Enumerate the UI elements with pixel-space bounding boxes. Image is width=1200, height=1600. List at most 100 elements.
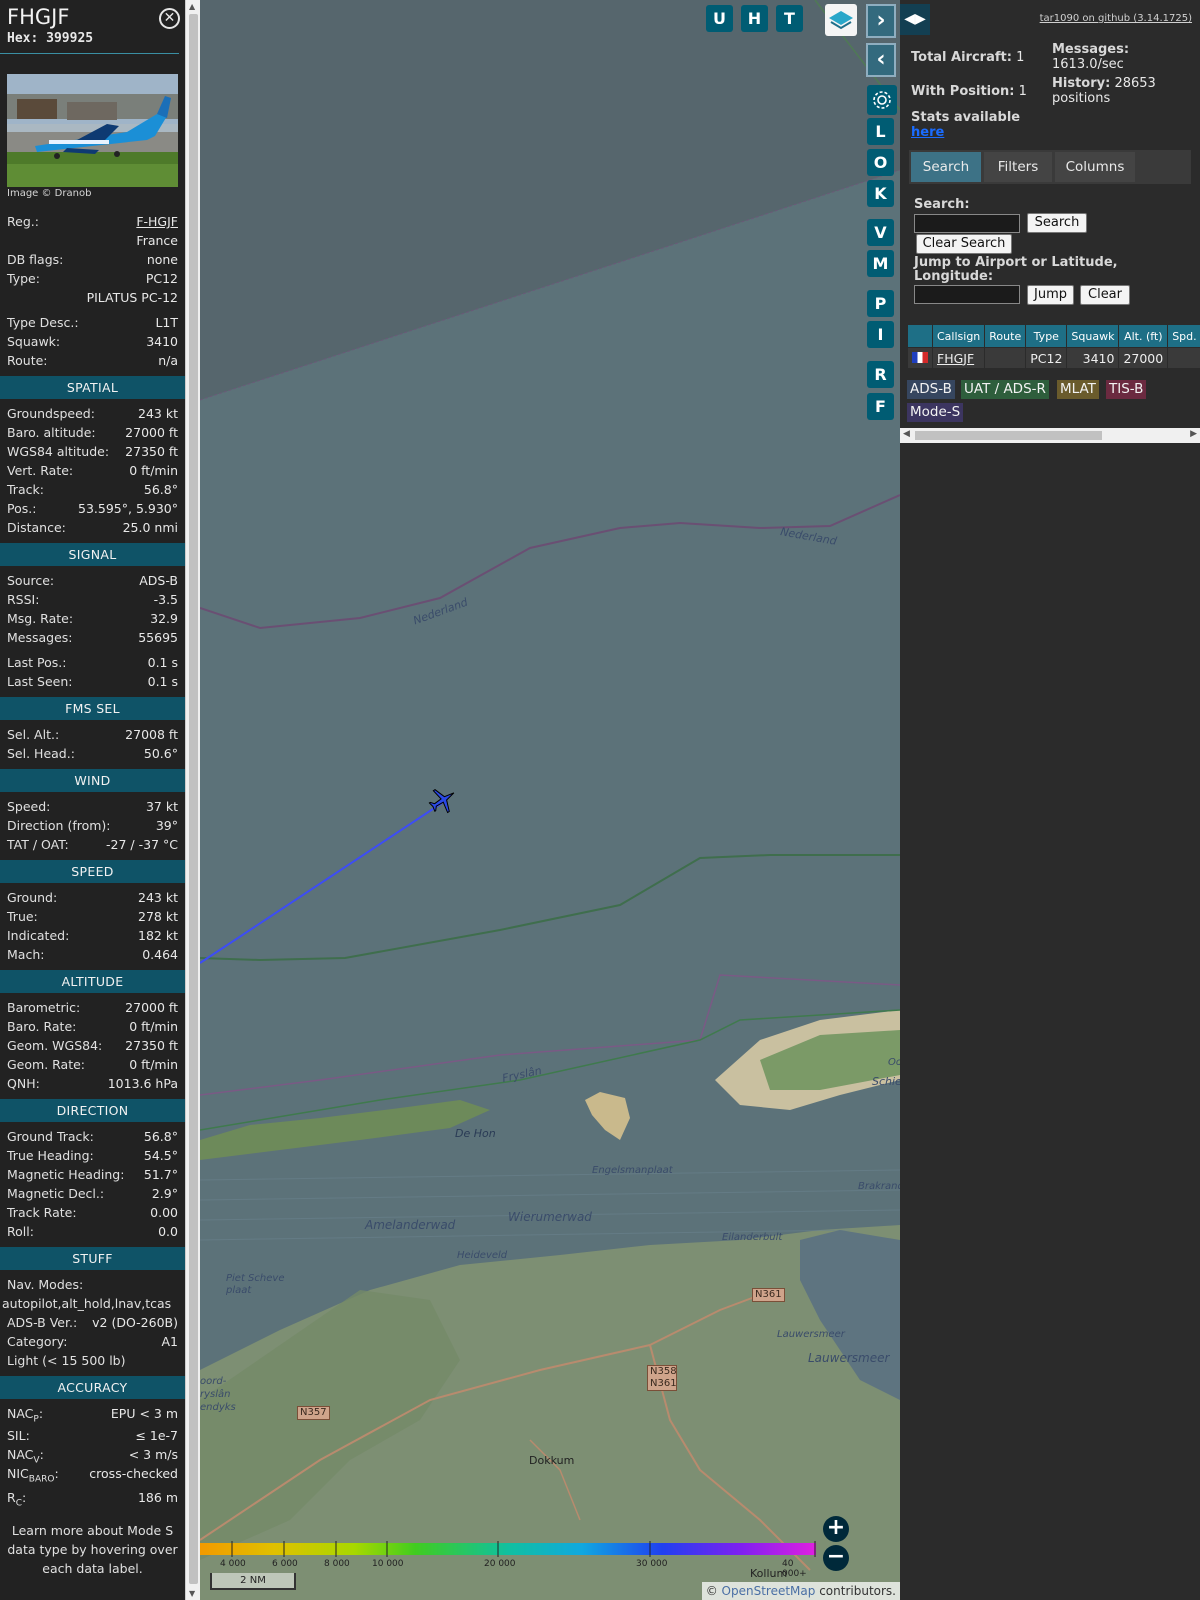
section-header-accuracy: ACCURACY <box>0 1376 185 1399</box>
info-label: Geom. WGS84: <box>7 1038 103 1053</box>
map-label-wierumerwad: Wierumerwad <box>508 1210 592 1224</box>
attribution-link[interactable]: OpenStreetMap <box>722 1584 816 1598</box>
column-header-route[interactable]: Route <box>984 324 1027 348</box>
map-button-m[interactable]: M <box>867 250 894 277</box>
stats-link[interactable]: here <box>911 125 944 140</box>
info-row: Direction (from): 39° <box>0 816 185 835</box>
map-button-l[interactable]: L <box>867 118 894 145</box>
aircraft-photo[interactable] <box>7 74 178 187</box>
info-row: Last Pos.: 0.1 s <box>0 653 185 672</box>
info-label: Messages: <box>7 630 73 645</box>
column-header-flag[interactable] <box>907 324 933 348</box>
map-canvas <box>200 0 900 1600</box>
info-label: Ground Track: <box>7 1129 94 1144</box>
info-value: 0.00 <box>150 1205 178 1220</box>
info-row: Messages: 55695 <box>0 628 185 647</box>
section-header-speed: SPEED <box>0 860 185 883</box>
source-tag-modes[interactable]: Mode-S <box>907 403 964 422</box>
info-panel-scrollbar[interactable]: ▲ ▼ <box>185 0 200 1600</box>
info-value: n/a <box>158 353 178 368</box>
info-value: 27350 ft <box>125 1038 178 1053</box>
tab-columns[interactable]: Columns <box>1055 152 1135 182</box>
map-view[interactable]: Nederland Nederland Fryslân De Hon Engel… <box>200 0 900 1600</box>
scroll-down-icon[interactable]: ▼ <box>189 1589 195 1598</box>
scroll-left-icon[interactable]: ◀ <box>903 429 910 439</box>
expand-panel-button[interactable]: ◀▶ <box>900 4 930 35</box>
map-button-v[interactable]: V <box>867 219 894 246</box>
search-button[interactable]: Search <box>1027 213 1087 233</box>
next-arrow-button[interactable]: › <box>866 4 896 38</box>
info-label: Squawk: <box>7 334 61 349</box>
callsign-cell[interactable]: FHGJF <box>931 347 986 369</box>
info-label: Source: <box>7 573 55 588</box>
map-button-p[interactable]: P <box>867 290 894 317</box>
column-header-squawk[interactable]: Squawk <box>1066 324 1120 348</box>
aircraft-list-panel: ◀▶ tar1090 on github (3.14.1725) Total A… <box>900 0 1200 1600</box>
zoom-in-button[interactable]: + <box>823 1516 849 1542</box>
info-value: 243 kt <box>138 890 178 905</box>
info-label: Distance: <box>7 520 66 535</box>
info-row-route: Route: n/a <box>0 351 185 370</box>
info-label: Last Pos.: <box>7 655 67 670</box>
info-row: RC: 186 m <box>0 1488 185 1509</box>
scroll-up-icon[interactable]: ▲ <box>189 2 195 11</box>
info-value: -3.5 <box>153 592 178 607</box>
hex-label: Hex: <box>7 31 39 46</box>
prev-arrow-button[interactable]: ‹ <box>866 43 896 77</box>
source-tag-mlat[interactable]: MLAT <box>1057 380 1099 399</box>
map-button-t[interactable]: T <box>776 5 803 32</box>
table-row[interactable]: FHGJF PC12 3410 27000 <box>907 347 1200 369</box>
jump-input[interactable] <box>914 285 1020 304</box>
github-link[interactable]: tar1090 on github (3.14.1725) <box>1040 13 1192 24</box>
source-tag-adsb[interactable]: ADS-B <box>907 380 955 399</box>
scrollbar-thumb[interactable] <box>189 14 198 1584</box>
source-tag-tisb[interactable]: TIS-B <box>1106 380 1147 399</box>
settings-button[interactable] <box>867 85 897 115</box>
clear-search-button[interactable]: Clear Search <box>916 234 1012 254</box>
map-button-r[interactable]: R <box>867 361 894 388</box>
tab-filters[interactable]: Filters <box>984 152 1052 182</box>
column-header-altitude[interactable]: Alt. (ft) <box>1118 324 1169 348</box>
map-button-u[interactable]: U <box>706 5 733 32</box>
table-horizontal-scrollbar[interactable]: ◀ ▶ <box>900 428 1200 443</box>
scroll-right-icon[interactable]: ▶ <box>1190 429 1197 439</box>
column-header-callsign[interactable]: Callsign <box>931 324 986 348</box>
map-button-o[interactable]: O <box>867 149 894 176</box>
map-label-de-hon: De Hon <box>455 1127 496 1140</box>
info-row: Ground: 243 kt <box>0 888 185 907</box>
zoom-out-button[interactable]: − <box>823 1545 849 1571</box>
map-button-f[interactable]: F <box>867 393 894 420</box>
info-value: A1 <box>161 1334 178 1349</box>
search-input[interactable] <box>914 214 1020 233</box>
layers-button[interactable] <box>825 4 857 36</box>
airplane-icon[interactable] <box>428 785 458 815</box>
info-label: Last Seen: <box>7 674 73 689</box>
info-value: cross-checked <box>89 1466 178 1481</box>
total-aircraft-value: 1 <box>1016 50 1025 65</box>
section-header-wind: WIND <box>0 769 185 792</box>
messages-label: Messages: <box>1052 42 1130 57</box>
scrollbar-thumb[interactable] <box>915 431 1102 440</box>
info-label: Sel. Alt.: <box>7 727 60 742</box>
close-icon[interactable]: ✕ <box>159 8 180 29</box>
info-value: 0.1 s <box>147 674 178 689</box>
info-row: Track: 56.8° <box>0 480 185 499</box>
map-button-h[interactable]: H <box>741 5 768 32</box>
registration-link[interactable]: F-HGJF <box>136 214 178 229</box>
clear-button[interactable]: Clear <box>1080 285 1130 305</box>
info-value: PC12 <box>145 271 178 286</box>
info-label: QNH: <box>7 1076 40 1091</box>
info-label: True: <box>7 909 38 924</box>
info-value: 0.0 <box>158 1224 178 1239</box>
column-header-type[interactable]: Type <box>1025 324 1068 348</box>
history-label: History: <box>1052 76 1111 91</box>
jump-button[interactable]: Jump <box>1027 285 1074 305</box>
map-button-i[interactable]: I <box>867 321 894 348</box>
map-label-lauwersmeer: Lauwersmeer <box>808 1351 890 1365</box>
map-button-k[interactable]: K <box>867 180 894 207</box>
tab-search[interactable]: Search <box>911 152 981 182</box>
messages-rate: Messages: 1613.0/sec <box>1052 42 1129 72</box>
attribution-symbol: © <box>705 1584 718 1598</box>
source-tag-uat[interactable]: UAT / ADS-R <box>961 380 1049 399</box>
column-header-speed[interactable]: Spd. <box>1167 324 1200 348</box>
